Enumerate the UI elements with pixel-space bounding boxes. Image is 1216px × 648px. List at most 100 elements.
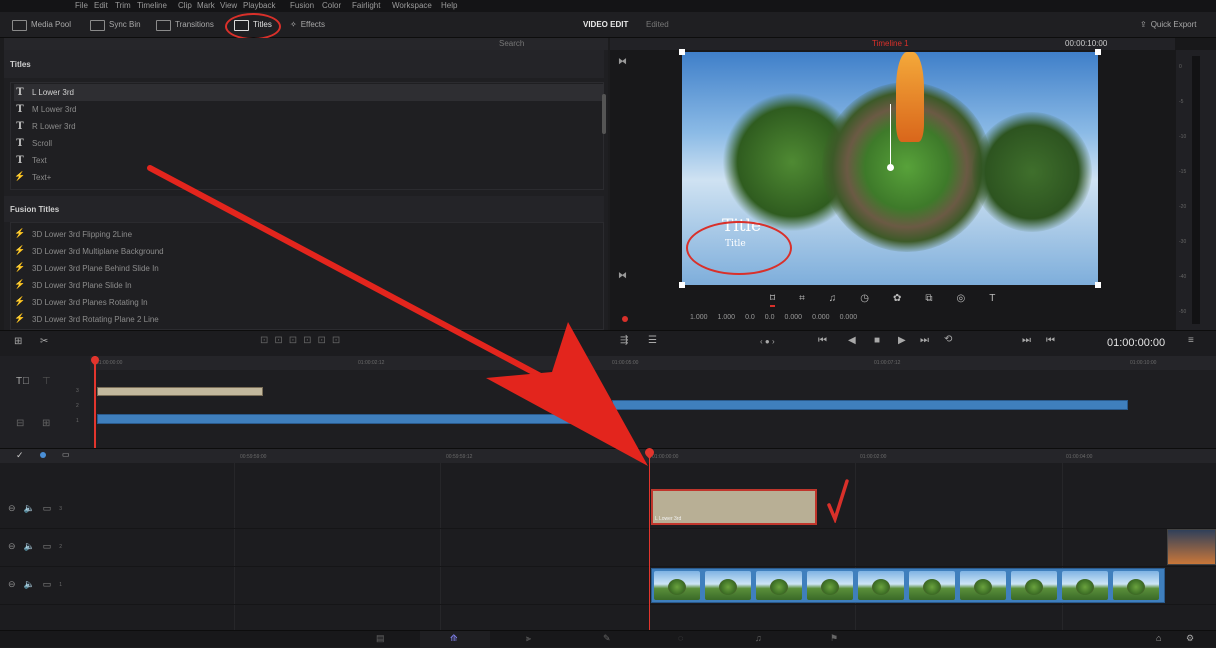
crop-tool-icon[interactable]: ⌗: [799, 293, 805, 307]
title-item-m-lower-3rd[interactable]: T M Lower 3rd: [14, 101, 604, 118]
upper-ruler[interactable]: 01:00:00:00 01:00:02:12 01:00:05:00 01:0…: [90, 356, 1216, 370]
corner-handle[interactable]: [679, 282, 685, 288]
menu-help[interactable]: Help: [441, 0, 457, 12]
menu-file[interactable]: File: [75, 0, 88, 12]
track-v2-clip[interactable]: [1167, 529, 1216, 565]
fusion-title-item[interactable]: ⚡ 3D Lower 3rd Rotating Plane 2 Line: [14, 311, 604, 328]
razor-icon[interactable]: ✂: [40, 336, 48, 347]
title-item-scroll[interactable]: T Scroll: [14, 135, 604, 152]
menu-timeline[interactable]: Timeline: [137, 0, 167, 12]
upper-video-clip-2[interactable]: [612, 400, 1128, 410]
search-input[interactable]: Search: [499, 39, 524, 48]
anchor-y-field[interactable]: 0.000: [840, 314, 858, 326]
edit-tools-icon[interactable]: ⊡⊡⊡⊡⊡⊡: [260, 335, 346, 346]
title-item-text[interactable]: T Text: [14, 152, 604, 169]
transform-handle[interactable]: [887, 164, 894, 171]
title-track-icon[interactable]: T⃞: [16, 376, 30, 387]
video-track-icon[interactable]: ⊟: [16, 418, 24, 429]
menu-trim[interactable]: Trim: [115, 0, 131, 12]
quick-export-button[interactable]: ⇪ Quick Export: [1140, 18, 1197, 32]
stop-icon[interactable]: ■: [874, 335, 880, 346]
options-icon[interactable]: ≡: [1188, 335, 1194, 346]
lock-icon[interactable]: ⊖: [8, 541, 16, 552]
menu-edit[interactable]: Edit: [94, 0, 108, 12]
prev-icon[interactable]: ⏮: [818, 335, 827, 346]
transform-tool-icon[interactable]: ⌑: [770, 293, 776, 307]
media-page-icon[interactable]: ▤: [376, 633, 385, 644]
speaker-icon[interactable]: 🔈: [24, 541, 35, 552]
text-tool-icon[interactable]: T: [989, 293, 995, 307]
blade-icon[interactable]: ✓: [16, 450, 24, 461]
upper-playhead[interactable]: [94, 356, 96, 448]
speed-tool-icon[interactable]: ◷: [860, 293, 869, 307]
audio-tool-icon[interactable]: ♫: [829, 293, 837, 307]
fairlight-page-icon[interactable]: ♫: [755, 633, 762, 643]
transitions-button[interactable]: Transitions: [156, 18, 214, 32]
title-clip[interactable]: L Lower 3rd: [651, 489, 817, 525]
media-pool-button[interactable]: Media Pool: [12, 18, 71, 32]
reverse-icon[interactable]: ◀: [848, 335, 856, 346]
pos-x-field[interactable]: 0.0: [745, 314, 755, 326]
monitor-icon[interactable]: ▭: [43, 579, 52, 590]
titles-scrollbar[interactable]: [602, 94, 606, 134]
settings-icon[interactable]: ☰: [648, 335, 657, 346]
menu-playback[interactable]: Playback: [243, 0, 275, 12]
title-item-l-lower-3rd[interactable]: T L Lower 3rd: [14, 84, 604, 101]
lock-icon[interactable]: ⊖: [8, 579, 16, 590]
link-track-icon[interactable]: ⊞: [42, 418, 50, 429]
zoom-x-field[interactable]: 1.000: [690, 314, 708, 326]
deliver-page-icon[interactable]: ⚑: [830, 633, 838, 644]
settings-gear-icon[interactable]: ⚙: [1186, 633, 1194, 644]
home-icon[interactable]: ⌂: [1156, 633, 1161, 643]
fusion-title-item[interactable]: ⚡ 3D Lower 3rd Plane Behind Slide In: [14, 260, 604, 277]
cut-page-icon[interactable]: ⟰: [450, 633, 458, 644]
marker-icon[interactable]: [40, 452, 46, 458]
next-icon[interactable]: ⏭: [920, 335, 929, 346]
mask-tool-icon[interactable]: ◎: [957, 293, 966, 307]
play-icon[interactable]: ▶: [898, 335, 906, 346]
edit-mode-icon[interactable]: ⊞: [14, 336, 22, 347]
anchor-x-field[interactable]: 0.000: [812, 314, 830, 326]
menu-workspace[interactable]: Workspace: [392, 0, 432, 12]
menu-clip[interactable]: Clip: [178, 0, 192, 12]
corner-handle[interactable]: [679, 49, 685, 55]
corner-handle[interactable]: [1095, 282, 1101, 288]
monitor-icon[interactable]: ▭: [43, 503, 52, 514]
lock-icon[interactable]: ⊖: [8, 503, 16, 514]
fusion-title-item[interactable]: ⚡ 3D Lower 3rd Flipping 2Line: [14, 226, 604, 243]
video-clip[interactable]: [651, 568, 1165, 603]
menu-fairlight[interactable]: Fairlight: [352, 0, 380, 12]
speaker-icon[interactable]: 🔈: [24, 503, 35, 514]
flag-icon[interactable]: ▭: [62, 450, 70, 459]
color-page-icon[interactable]: ◌: [678, 633, 683, 643]
corner-handle[interactable]: [1095, 49, 1101, 55]
effects-button[interactable]: ✧ Effects: [290, 18, 325, 32]
upper-title-clip[interactable]: [97, 387, 263, 396]
stabilize-tool-icon[interactable]: ⧉: [925, 293, 932, 307]
lower-playhead[interactable]: [649, 449, 650, 631]
mark-out-icon[interactable]: ⏮: [1046, 335, 1055, 346]
source-icon[interactable]: ⇶: [620, 335, 628, 346]
fusion-title-item[interactable]: ⚡ 3D Lower 3rd Planes Rotating In: [14, 294, 604, 311]
upper-video-clip-1[interactable]: [97, 414, 611, 424]
fx-track-icon[interactable]: ⊤: [42, 376, 51, 387]
menu-color[interactable]: Color: [322, 0, 341, 12]
fusion-title-item[interactable]: ⚡ 3D Lower 3rd Multiplane Background: [14, 243, 604, 260]
rotation-field[interactable]: 0.000: [785, 314, 803, 326]
loop-icon[interactable]: ⟲: [944, 334, 952, 345]
speaker-icon[interactable]: 🔈: [24, 579, 35, 590]
edit-page-icon[interactable]: ⫸: [526, 633, 531, 644]
fx-tool-icon[interactable]: ✿: [893, 293, 901, 307]
pos-y-field[interactable]: 0.0: [765, 314, 775, 326]
lower-ruler[interactable]: ✓ ▭ 00:59:59:00 00:59:59:12 01:00:00:00 …: [0, 449, 1216, 463]
menu-view[interactable]: View: [220, 0, 237, 12]
fusion-title-item[interactable]: ⚡ 3D Lower 3rd Plane Slide In: [14, 277, 604, 294]
fusion-page-icon[interactable]: ✎: [603, 633, 611, 644]
sync-bin-button[interactable]: Sync Bin: [90, 18, 141, 32]
monitor-icon[interactable]: ▭: [43, 541, 52, 552]
jog-icon[interactable]: ‹ ● ›: [760, 337, 775, 346]
menu-fusion[interactable]: Fusion: [290, 0, 314, 12]
title-item-text-plus[interactable]: ⚡ Text+: [14, 169, 604, 186]
mark-in-icon[interactable]: ⏭: [1022, 335, 1031, 346]
title-item-r-lower-3rd[interactable]: T R Lower 3rd: [14, 118, 604, 135]
